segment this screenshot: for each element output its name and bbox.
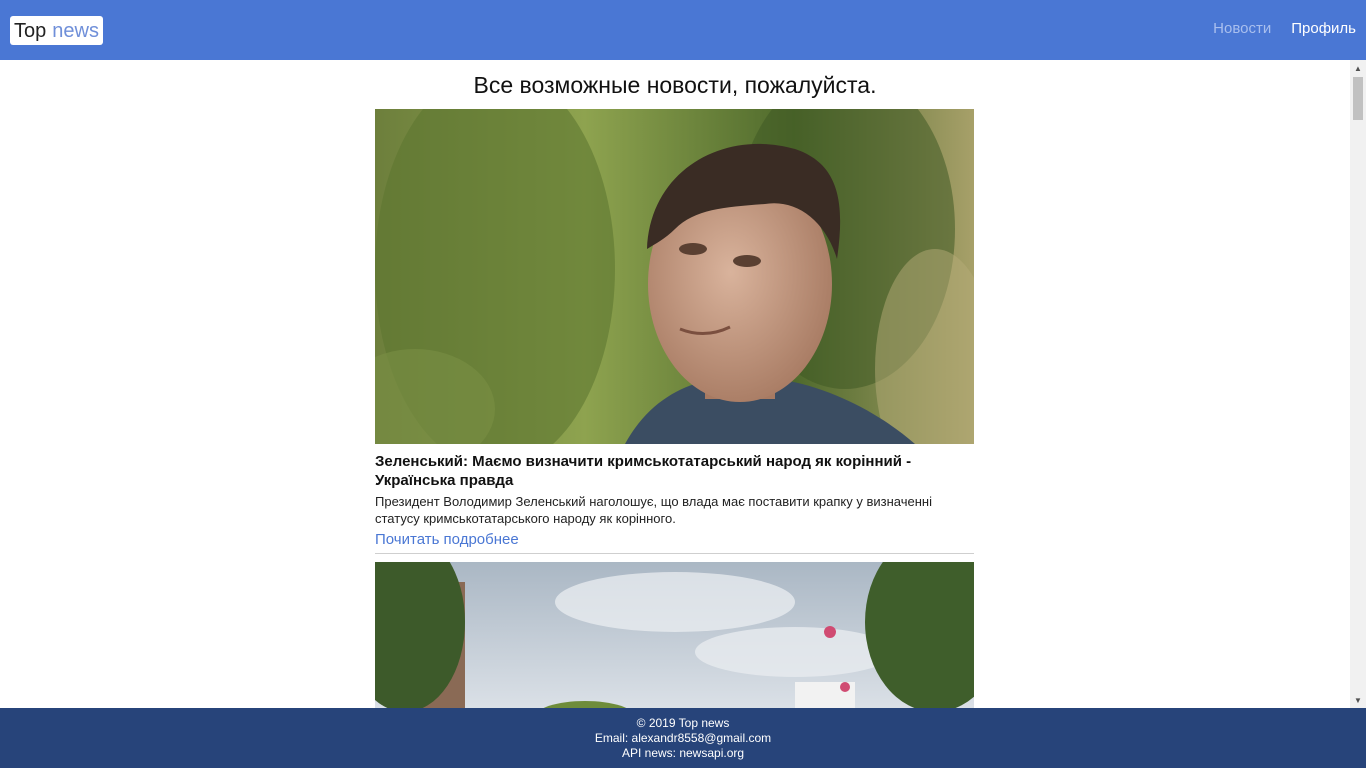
article-image [375,109,974,444]
news-card [375,562,974,708]
footer-copyright: © 2019 Top news [636,716,730,730]
vertical-scrollbar[interactable]: ▲ ▼ [1350,60,1366,708]
site-footer: © 2019 Top news Email: alexandr8558@gmai… [0,708,1366,768]
top-bar: Top news Новости Профиль [0,0,1366,60]
news-feed[interactable]: Все возможные новости, пожалуйста. Зелен… [0,60,1350,708]
nav-link-profile[interactable]: Профиль [1291,20,1356,37]
article-divider [375,553,974,554]
footer-email: Email: alexandr8558@gmail.com [594,731,772,745]
article-description: Президент Володимир Зеленський наголошує… [375,494,932,526]
article-headline: Зеленський: Маємо визначити кримськотата… [375,453,912,489]
nav-link-news[interactable]: Новости [1213,20,1271,37]
scroll-down-arrow-icon[interactable]: ▼ [1350,692,1366,708]
logo[interactable]: Top news [10,16,103,45]
footer-api-credit: API news: newsapi.org [621,746,745,760]
logo-word-top: Top [14,19,47,42]
news-card: Зеленський: Маємо визначити кримськотата… [375,109,974,554]
main-nav: Новости Профиль [1213,20,1356,37]
article-image [375,562,974,708]
read-more-link[interactable]: Почитать подробнее [375,531,519,548]
scroll-up-arrow-icon[interactable]: ▲ [1350,60,1366,76]
logo-word-news: news [52,19,99,42]
page-title: Все возможные новости, пожалуйста. [473,72,877,98]
scroll-thumb[interactable] [1353,77,1363,120]
